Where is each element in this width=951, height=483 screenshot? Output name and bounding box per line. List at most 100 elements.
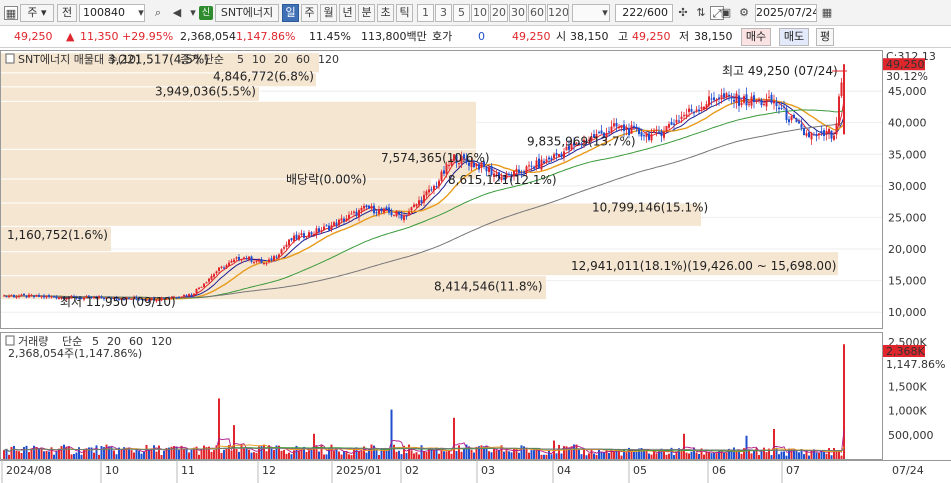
chart-type-button[interactable]: 전 bbox=[57, 4, 77, 22]
average-button[interactable]: 평 bbox=[816, 28, 834, 46]
period-button-4[interactable]: 분 bbox=[358, 4, 375, 22]
volume-bar bbox=[325, 454, 328, 459]
candle-body bbox=[25, 295, 28, 298]
minute-button-5[interactable]: 5 bbox=[453, 4, 470, 22]
volume-bar bbox=[413, 453, 415, 459]
volume-bar bbox=[185, 447, 188, 459]
chart-svg[interactable]: 45,000 40,000 35,000 30,000 25,000 20,000 15,0… bbox=[0, 48, 951, 483]
buy-button[interactable]: 매수 bbox=[741, 28, 771, 46]
minute-button-3[interactable]: 3 bbox=[435, 4, 452, 22]
stock-name-field[interactable]: SNT에너지 bbox=[215, 4, 279, 22]
minute-button-60[interactable]: 60 bbox=[528, 4, 546, 22]
compare-icon[interactable]: ⇅ bbox=[694, 6, 708, 20]
volume-profile-label: 9,835,969(13.7%) bbox=[527, 134, 636, 148]
date-tick-label: 2025/01 bbox=[336, 464, 382, 477]
menu-icon[interactable]: ▦ bbox=[4, 6, 18, 20]
date-field[interactable]: 2025/07/24 bbox=[755, 4, 817, 22]
candle-body bbox=[843, 64, 845, 135]
candle-body bbox=[263, 263, 265, 265]
speaker-icon[interactable]: ◀︎ bbox=[170, 6, 184, 20]
volume-bar bbox=[75, 452, 78, 459]
volume-bar bbox=[333, 451, 335, 459]
candle-body bbox=[783, 106, 785, 108]
candle-body bbox=[355, 211, 358, 217]
period-button-0[interactable]: 일 bbox=[282, 4, 299, 22]
candle-body bbox=[538, 158, 540, 168]
period-button-3[interactable]: 년 bbox=[339, 4, 356, 22]
save-icon[interactable]: ▣ bbox=[719, 6, 733, 20]
candle-body bbox=[23, 293, 25, 296]
period-button-5[interactable]: 초 bbox=[377, 4, 394, 22]
candle-body bbox=[610, 126, 613, 133]
crosshair-icon[interactable]: ✣ bbox=[676, 6, 690, 20]
candle-body bbox=[360, 208, 363, 211]
count-field[interactable]: 222/600 bbox=[615, 4, 673, 22]
volume-bar bbox=[715, 453, 718, 459]
candle-body bbox=[273, 256, 275, 261]
speaker-dropdown-icon[interactable]: ▾ bbox=[186, 6, 200, 20]
volume-bar bbox=[780, 451, 783, 459]
volume-legend-box-icon[interactable] bbox=[5, 335, 15, 346]
minute-button-10[interactable]: 10 bbox=[471, 4, 489, 22]
search-icon[interactable]: ⌕ bbox=[151, 6, 165, 20]
candle-body bbox=[8, 296, 10, 298]
price-tick-label: 30,000 bbox=[888, 180, 927, 193]
volume-bar bbox=[745, 435, 748, 459]
candle-body bbox=[405, 215, 408, 217]
gear-icon[interactable]: ⚙ bbox=[737, 6, 751, 20]
candle-body bbox=[693, 112, 695, 114]
market-select[interactable]: 주 ▾ bbox=[20, 4, 54, 22]
period-button-6[interactable]: 틱 bbox=[396, 4, 413, 22]
candle-body bbox=[205, 282, 208, 284]
candle-body bbox=[598, 131, 600, 133]
minute-button-30[interactable]: 30 bbox=[509, 4, 527, 22]
candle-body bbox=[253, 262, 255, 264]
volume-bar bbox=[560, 453, 563, 459]
volume-bar bbox=[225, 448, 228, 459]
price-legend-ma-20: 20 bbox=[274, 53, 288, 66]
candle-body bbox=[423, 195, 425, 203]
candle-body bbox=[295, 234, 298, 240]
volume-bar bbox=[830, 455, 833, 459]
volume-bar bbox=[833, 447, 835, 459]
candle-body bbox=[720, 95, 723, 98]
sell-button[interactable]: 매도 bbox=[779, 28, 809, 46]
new-listing-badge: 신 bbox=[199, 6, 213, 20]
volume-bar bbox=[835, 451, 838, 459]
calendar-icon[interactable]: ▦ bbox=[820, 6, 834, 20]
date-axis: 2024/08 10 11 12 2025/01 02 03 04 05 06 07 07/24 bbox=[1, 460, 924, 483]
minute-dropdown-icon[interactable]: ▾ bbox=[598, 6, 612, 20]
volume-bar bbox=[188, 452, 190, 459]
chart-area[interactable]: 45,000 40,000 35,000 30,000 25,000 20,000 15,0… bbox=[0, 48, 951, 483]
volume-bar bbox=[540, 454, 543, 459]
dropdown-icon[interactable]: ▾ bbox=[134, 6, 148, 20]
candle-body bbox=[55, 296, 58, 299]
volume-bar bbox=[3, 450, 5, 459]
candle-body bbox=[440, 171, 443, 181]
volume-bar bbox=[518, 452, 520, 459]
price-tick-label: 40,000 bbox=[888, 117, 927, 130]
volume-bar bbox=[498, 450, 500, 459]
candle-body bbox=[373, 205, 375, 214]
minute-button-1[interactable]: 1 bbox=[417, 4, 434, 22]
volume-bar bbox=[538, 450, 540, 459]
open-label: 시 bbox=[556, 30, 567, 43]
volume-profile-label: 4,846,772(6.8%) bbox=[213, 69, 314, 83]
candle-body bbox=[515, 168, 518, 172]
candle-body bbox=[600, 130, 603, 134]
period-button-2[interactable]: 월 bbox=[320, 4, 337, 22]
volume-bar bbox=[318, 451, 320, 459]
volume-bar bbox=[438, 453, 440, 459]
candle-body bbox=[375, 212, 378, 214]
candle-body bbox=[713, 97, 715, 101]
volume-bar bbox=[820, 450, 823, 459]
minute-button-120[interactable]: 120 bbox=[547, 4, 569, 22]
candle-body bbox=[28, 294, 30, 298]
price-tick-label: 45,000 bbox=[888, 85, 927, 98]
period-button-1[interactable]: 주 bbox=[301, 4, 318, 22]
minute-button-20[interactable]: 20 bbox=[490, 4, 508, 22]
volume-bar bbox=[338, 451, 340, 459]
legend-box-icon[interactable] bbox=[5, 53, 15, 64]
volume-bar bbox=[453, 417, 455, 459]
candle-body bbox=[260, 259, 263, 264]
